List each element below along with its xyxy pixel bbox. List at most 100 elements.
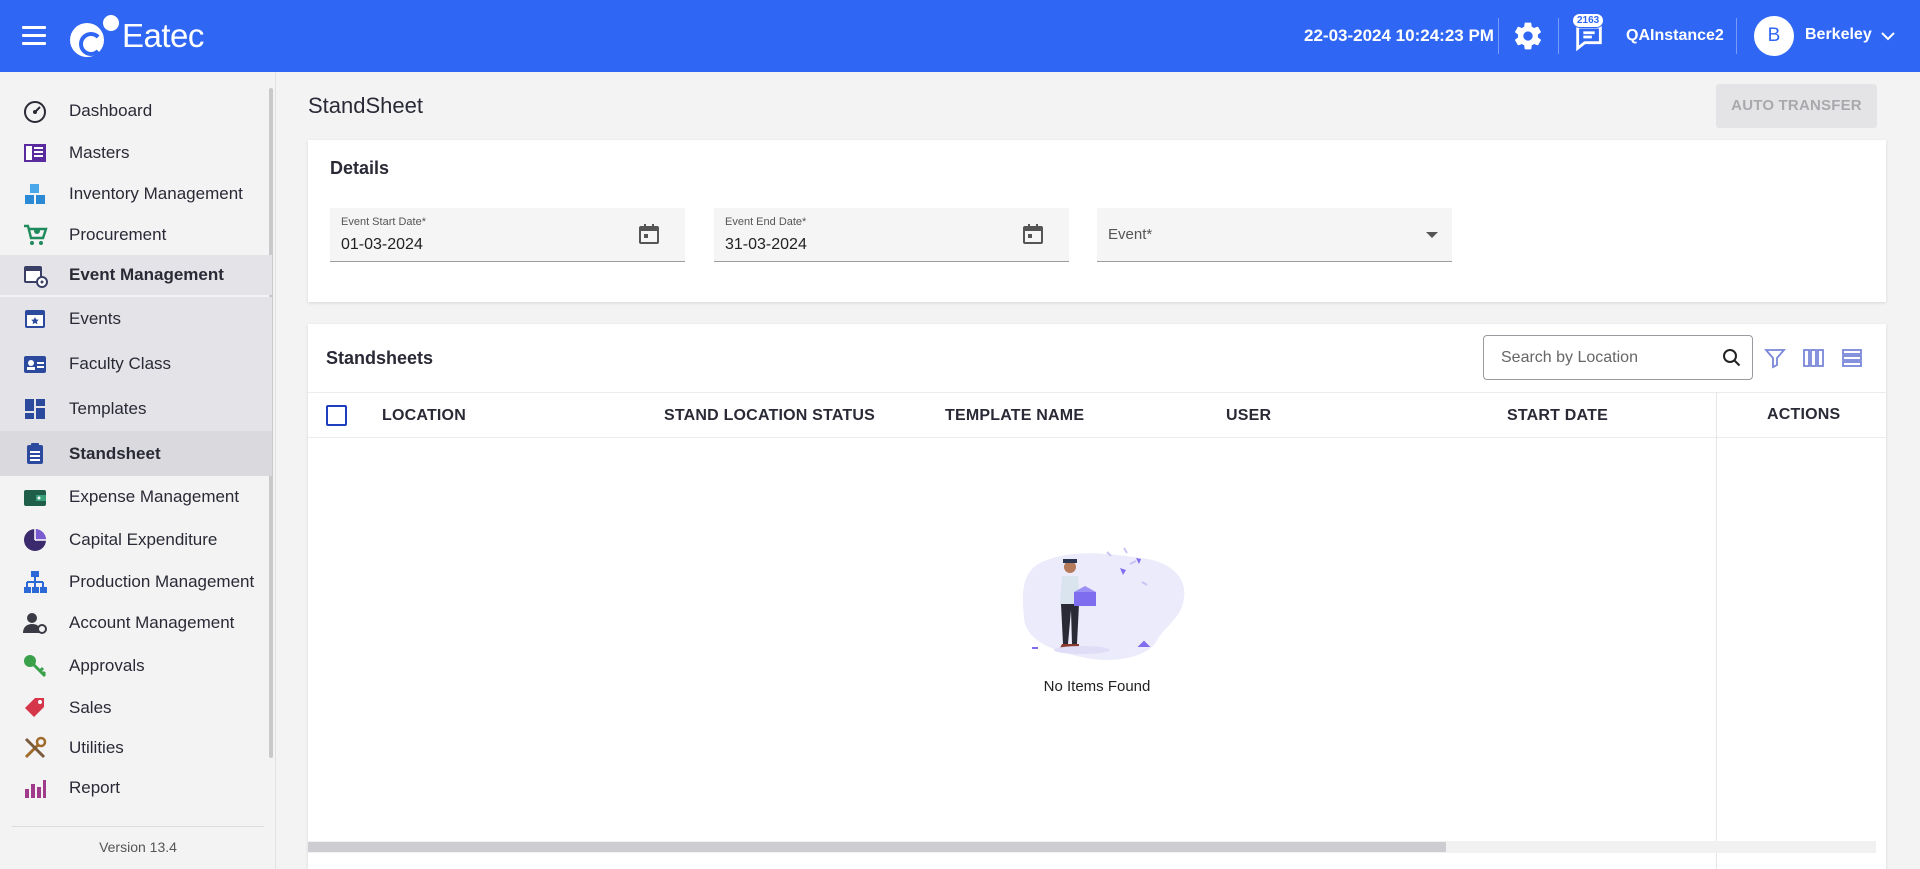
standsheets-card: Standsheets LOCATION STAND LOCATION STAT…: [308, 324, 1886, 869]
sidebar-item-label: Faculty Class: [69, 353, 172, 373]
logo-mark: [70, 15, 119, 57]
sidebar-item-label: Events: [69, 309, 121, 328]
user-avatar[interactable]: B: [1754, 16, 1794, 56]
table-header: LOCATION STAND LOCATION STATUS TEMPLATE …: [308, 392, 1886, 438]
search-input[interactable]: [1484, 336, 1714, 379]
brand-name: Eatec: [122, 17, 204, 54]
auto-transfer-button[interactable]: AUTO TRANSFER: [1716, 84, 1877, 128]
filter-icon[interactable]: [1763, 346, 1787, 370]
app-version: Version 13.4: [12, 826, 264, 855]
sidebar-item-label: Capital Expenditure: [69, 530, 218, 549]
sidebar-item-report[interactable]: Report: [0, 770, 272, 806]
sidebar-item-label: Templates: [69, 398, 147, 418]
menu-icon[interactable]: [22, 26, 46, 46]
sidebar-item-label: Approvals: [69, 656, 145, 675]
sidebar-item-approvals[interactable]: Approvals: [0, 648, 272, 684]
divider: [1558, 18, 1559, 54]
sidebar-item-label: Sales: [69, 698, 112, 717]
sidebar-item-utilities[interactable]: Utilities: [0, 730, 272, 766]
app-logo[interactable]: Eatec: [70, 14, 204, 58]
event-end-date-field[interactable]: Event End Date* 31-03-2024: [714, 208, 1069, 262]
search-box: [1483, 335, 1753, 380]
sidebar-item-account-management[interactable]: Account Management: [0, 605, 272, 641]
details-card: Details Event Start Date* 01-03-2024 Eve…: [308, 140, 1886, 302]
sidebar-item-standsheet[interactable]: Standsheet: [0, 431, 272, 476]
calendar-star-icon: [25, 310, 45, 328]
column-header-template-name[interactable]: TEMPLATE NAME: [945, 407, 1084, 425]
dropdown-caret-icon: [1426, 232, 1438, 238]
cart-icon: [24, 224, 48, 245]
sidebar-item-label: Expense Management: [69, 487, 240, 506]
search-icon[interactable]: [1722, 348, 1742, 368]
sidebar-item-label: Inventory Management: [69, 184, 243, 203]
field-label: Event End Date*: [725, 216, 807, 228]
bar-chart-icon: [25, 780, 46, 798]
settings-gear-icon[interactable]: [1512, 20, 1544, 52]
book-icon: [24, 144, 46, 162]
actions-column: ACTIONS: [1716, 392, 1886, 869]
key-icon: [24, 655, 47, 678]
event-start-date-field[interactable]: Event Start Date* 01-03-2024: [330, 208, 685, 262]
boxes-icon: [25, 184, 45, 204]
empty-state-text: No Items Found: [1043, 678, 1151, 695]
chevron-down-icon[interactable]: [1880, 28, 1896, 44]
sidebar-item-procurement[interactable]: Procurement: [0, 218, 272, 252]
column-header-stand-location-status[interactable]: STAND LOCATION STATUS: [664, 407, 875, 425]
scrollbar-thumb[interactable]: [308, 842, 1446, 852]
wallet-icon: [24, 490, 46, 506]
horizontal-scrollbar[interactable]: [308, 841, 1876, 853]
calendar-settings-icon: [24, 266, 48, 288]
sidebar-item-label: Dashboard: [69, 101, 153, 120]
sidebar-item-label: Masters: [69, 143, 130, 162]
field-label: Event*: [1108, 226, 1153, 243]
sidebar-item-faculty-class[interactable]: Faculty Class: [0, 341, 272, 386]
column-header-user[interactable]: USER: [1226, 407, 1271, 425]
sidebar-item-masters[interactable]: Masters: [0, 136, 272, 170]
sidebar: Dashboard Masters Inventory Management P…: [0, 72, 276, 869]
sidebar-item-label: Procurement: [69, 225, 167, 244]
notification-badge: 2163: [1572, 13, 1605, 28]
user-gear-icon: [23, 613, 47, 634]
field-value: 01-03-2024: [341, 236, 423, 253]
sidebar-item-templates[interactable]: Templates: [0, 386, 272, 431]
sidebar-item-label: Event Management: [69, 265, 224, 284]
column-header-location[interactable]: LOCATION: [382, 407, 466, 425]
density-icon[interactable]: [1840, 346, 1864, 370]
divider: [1736, 18, 1737, 54]
calendar-icon[interactable]: [1021, 222, 1045, 246]
sidebar-item-label: Production Management: [69, 572, 255, 591]
field-label: Event Start Date*: [341, 216, 426, 228]
tag-icon: [25, 698, 44, 717]
columns-icon[interactable]: [1801, 346, 1825, 370]
standsheets-title: Standsheets: [326, 348, 434, 368]
empty-box-illustration: [1022, 547, 1185, 661]
sidebar-item-events[interactable]: Events: [0, 297, 272, 341]
sidebar-item-label: Report: [69, 778, 121, 797]
clipboard-icon: [27, 442, 43, 464]
sidebar-item-dashboard[interactable]: Dashboard: [0, 94, 272, 128]
select-all-checkbox[interactable]: [326, 405, 347, 426]
hierarchy-icon: [24, 571, 47, 593]
column-header-start-date[interactable]: START DATE: [1507, 407, 1608, 425]
event-select[interactable]: Event*: [1097, 208, 1452, 262]
divider: [1498, 18, 1499, 54]
calendar-icon[interactable]: [637, 222, 661, 246]
dashboard-grid-icon: [25, 398, 45, 419]
user-name[interactable]: Berkeley: [1805, 26, 1872, 44]
sidebar-item-sales[interactable]: Sales: [0, 690, 272, 726]
instance-name[interactable]: QAInstance2: [1626, 27, 1724, 45]
sidebar-item-inventory-management[interactable]: Inventory Management: [0, 177, 272, 211]
speedometer-icon: [24, 101, 46, 123]
sidebar-item-expense-management[interactable]: Expense Management: [0, 479, 272, 515]
current-datetime: 22-03-2024 10:24:23 PM: [1304, 26, 1494, 45]
id-card-icon: [24, 355, 46, 373]
sidebar-item-production-management[interactable]: Production Management: [0, 564, 272, 600]
sidebar-item-capital-expenditure[interactable]: Capital Expenditure: [0, 522, 272, 558]
pie-chart-icon: [24, 529, 46, 551]
page-title: StandSheet: [308, 93, 423, 118]
details-title: Details: [330, 158, 390, 178]
sidebar-item-event-management[interactable]: Event Management: [0, 255, 272, 295]
top-app-bar: Eatec 22-03-2024 10:24:23 PM 2163 QAInst…: [0, 0, 1920, 72]
sidebar-item-label: Standsheet: [69, 443, 161, 463]
sidebar-item-label: Account Management: [69, 613, 235, 632]
